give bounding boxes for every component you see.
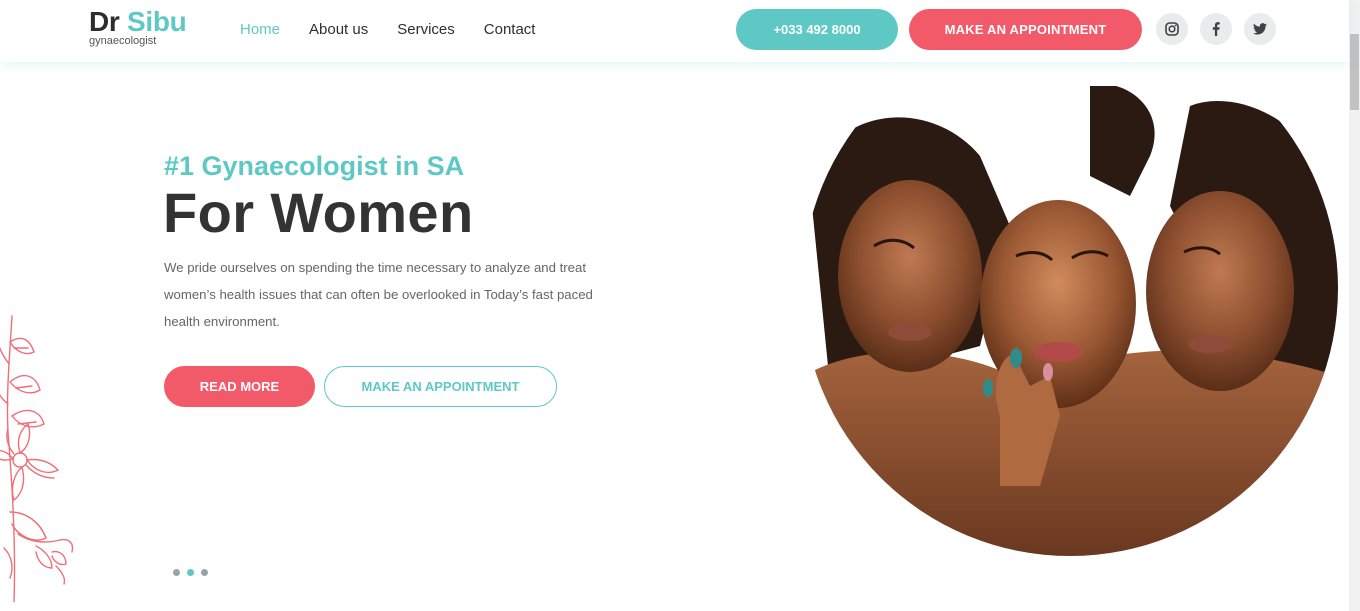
page: Dr Sibu gynaecologist Home About us Serv… bbox=[0, 0, 1360, 611]
slider-dot[interactable] bbox=[201, 569, 208, 576]
logo-dr: Dr bbox=[89, 6, 120, 37]
twitter-link[interactable] bbox=[1244, 13, 1276, 45]
nav-contact[interactable]: Contact bbox=[484, 21, 536, 39]
logo-subtitle: gynaecologist bbox=[89, 35, 157, 47]
decorative-flower-illustration bbox=[0, 315, 74, 602]
hero-intro-line: We pride ourselves on spending the time … bbox=[164, 260, 586, 275]
facebook-icon bbox=[1212, 22, 1220, 36]
phone-button[interactable]: +033 492 8000 bbox=[736, 9, 898, 50]
hero-headline: For Women bbox=[163, 181, 474, 244]
slider-dot-active[interactable] bbox=[187, 569, 194, 576]
scrollbar-thumb[interactable] bbox=[1350, 34, 1359, 110]
instagram-icon bbox=[1165, 22, 1179, 36]
site-header: Dr Sibu gynaecologist Home About us Serv… bbox=[0, 0, 1349, 62]
nav-services[interactable]: Services bbox=[397, 21, 455, 39]
logo-sibu: Sibu bbox=[127, 6, 187, 37]
hero-intro: We pride ourselves on spending the time … bbox=[164, 254, 644, 335]
slider-dot[interactable] bbox=[173, 569, 180, 576]
read-more-button[interactable]: READ MORE bbox=[164, 366, 315, 407]
hero-appointment-button[interactable]: MAKE AN APPOINTMENT bbox=[324, 366, 557, 407]
nav-about-us[interactable]: About us bbox=[309, 21, 368, 39]
slider-pagination bbox=[173, 569, 215, 576]
hero-photo-three-women bbox=[802, 86, 1338, 556]
hero-intro-line: women’s health issues that can often be … bbox=[164, 287, 593, 302]
header-appointment-button[interactable]: MAKE AN APPOINTMENT bbox=[909, 9, 1142, 50]
logo[interactable]: Dr Sibu gynaecologist bbox=[89, 6, 187, 47]
main-nav: Home About us Services Contact bbox=[240, 21, 564, 39]
logo-wordmark: Dr Sibu bbox=[89, 6, 187, 37]
facebook-link[interactable] bbox=[1200, 13, 1232, 45]
hero-tagline: #1 Gynaecologist in SA bbox=[164, 151, 465, 181]
page-scrollbar[interactable] bbox=[1349, 0, 1360, 611]
instagram-link[interactable] bbox=[1156, 13, 1188, 45]
nav-home[interactable]: Home bbox=[240, 21, 280, 39]
twitter-icon bbox=[1253, 23, 1267, 35]
hero-intro-line: health environment. bbox=[164, 314, 280, 329]
